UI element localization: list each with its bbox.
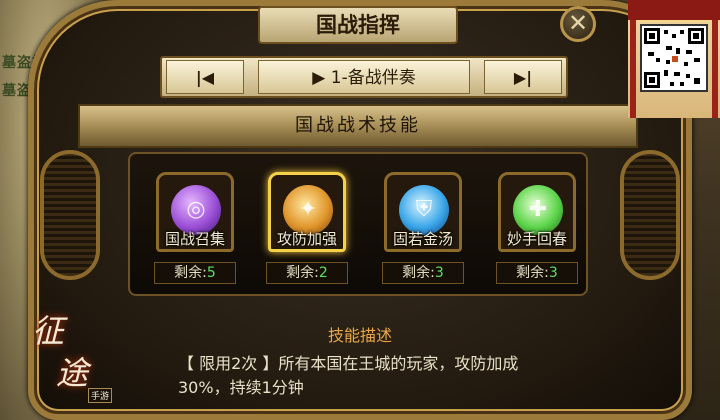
qr-panel	[628, 0, 720, 118]
skill-remaining: 剩余:5	[154, 262, 236, 284]
track-selector: |◀ ▶ 1-备战伴奏 ▶|	[160, 56, 568, 98]
skills-panel: ◎ 国战召集 剩余:5 ✦ 攻防加强 剩余:2 ⛨ 固若金汤 剩余:3 ✚ 妙手…	[128, 152, 588, 296]
current-track[interactable]: ▶ 1-备战伴奏	[258, 60, 470, 94]
qr-roof	[628, 0, 720, 22]
skill-card[interactable]: ✚ 妙手回春 剩余:3	[490, 172, 584, 288]
close-icon: ✕	[567, 9, 589, 37]
qr-pattern	[644, 28, 704, 88]
skill-name: 攻防加强	[276, 230, 337, 248]
skill-remaining: 剩余:2	[266, 262, 348, 284]
skill-card[interactable]: ◎ 国战召集 剩余:5	[148, 172, 242, 288]
skill-remaining: 剩余:3	[382, 262, 464, 284]
close-button[interactable]: ✕	[560, 6, 596, 42]
skill-card[interactable]: ✦ 攻防加强 剩余:2	[260, 172, 354, 288]
next-icon: ▶|	[513, 68, 533, 87]
previous-button[interactable]: |◀	[166, 60, 244, 94]
logo-char: 途	[56, 354, 89, 392]
skill-name: 妙手回春	[506, 230, 567, 248]
description-text: 【 限用2次 】所有本国在王城的玩家，攻防加成30%，持续1分钟	[178, 354, 519, 397]
game-logo: 征 途 手游	[22, 302, 122, 414]
skill-name: 国战召集	[164, 230, 225, 248]
left-ornament	[40, 150, 100, 280]
skill-remaining: 剩余:3	[496, 262, 578, 284]
logo-sub: 手游	[88, 388, 113, 403]
skill-name: 固若金汤	[392, 230, 453, 248]
logo-char: 征	[32, 312, 65, 350]
section-title: 国战战术技能	[78, 104, 638, 148]
qr-code[interactable]	[640, 24, 708, 92]
window-title: 国战指挥	[258, 6, 458, 44]
right-ornament	[620, 150, 680, 280]
next-button[interactable]: ▶|	[484, 60, 562, 94]
skill-card[interactable]: ⛨ 固若金汤 剩余:3	[376, 172, 470, 288]
previous-icon: |◀	[195, 68, 215, 87]
